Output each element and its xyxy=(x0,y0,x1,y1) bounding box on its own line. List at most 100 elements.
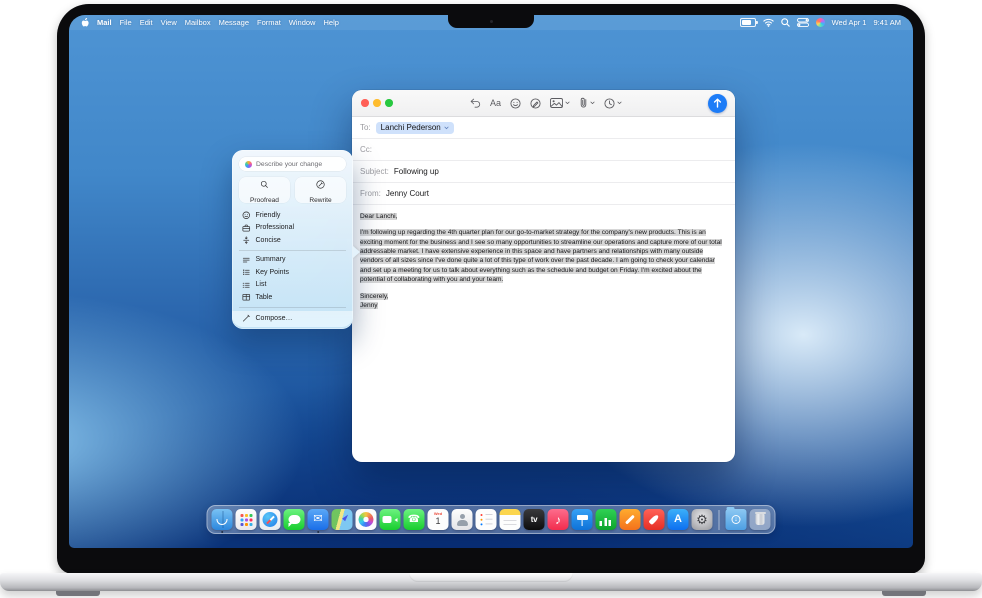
menu-message[interactable]: Message xyxy=(219,18,249,27)
subject-field[interactable]: Subject: Following up xyxy=(352,161,735,183)
dock-app-maps-icon[interactable] xyxy=(332,509,353,530)
zoom-window-button[interactable] xyxy=(385,99,393,107)
concise-icon xyxy=(242,236,251,245)
writing-tools-option-summary[interactable]: Summary xyxy=(239,254,346,267)
writing-tools-option-key-points[interactable]: Key Points xyxy=(239,266,346,279)
app-glyph: ↓ xyxy=(732,515,741,524)
cc-field[interactable]: Cc: xyxy=(352,139,735,161)
attach-icon[interactable] xyxy=(579,97,595,109)
dock-app-rocket-icon[interactable] xyxy=(644,509,665,530)
menu-mail[interactable]: Mail xyxy=(97,18,112,27)
email-body-editor[interactable]: Dear Lanchi, I'm following up regarding … xyxy=(352,205,735,462)
dock-app-tv-icon[interactable]: tv xyxy=(524,509,545,530)
markup-icon[interactable] xyxy=(530,98,541,109)
writing-tools-actions: ProofreadRewrite xyxy=(239,177,346,203)
menu-bar-date[interactable]: Wed Apr 1 xyxy=(832,18,867,27)
summary-icon xyxy=(242,256,251,265)
dock-app-contacts-icon[interactable] xyxy=(452,509,473,530)
running-indicator xyxy=(317,531,320,534)
describe-change-input[interactable]: Describe your change xyxy=(239,157,346,171)
app-glyph: 1 xyxy=(435,517,440,526)
popover-arrow xyxy=(353,246,360,258)
dock-app-mail-icon[interactable]: ✉ xyxy=(308,509,329,530)
dock-apps: ✉ ☎ 1 tv♪ A ⚙ ↓ xyxy=(212,509,771,530)
control-center-icon[interactable] xyxy=(797,18,809,27)
camera-dot xyxy=(490,20,493,23)
apple-intelligence-icon xyxy=(245,161,252,168)
minimize-window-button[interactable] xyxy=(373,99,381,107)
writing-tools-option-professional[interactable]: Professional xyxy=(239,222,346,235)
menu-edit[interactable]: Edit xyxy=(140,18,153,27)
send-later-icon[interactable] xyxy=(604,98,622,109)
table-icon xyxy=(242,293,251,302)
spotlight-icon[interactable] xyxy=(781,18,790,27)
app-glyph: ⚙ xyxy=(696,513,708,526)
writing-tools-option-concise[interactable]: Concise xyxy=(239,234,346,247)
writing-tools-option-compose[interactable]: Compose… xyxy=(232,311,353,327)
menu-bar-clock[interactable]: 9:41 AM xyxy=(873,18,901,27)
dock-app-appstore-icon[interactable]: A xyxy=(668,509,689,530)
emoji-icon[interactable] xyxy=(510,98,521,109)
menu-view[interactable]: View xyxy=(161,18,177,27)
dock-app-reminders-icon[interactable] xyxy=(476,509,497,530)
proofread-button[interactable]: Proofread xyxy=(239,177,290,203)
option-label: Summary xyxy=(256,256,286,263)
dock-app-pages-icon[interactable] xyxy=(620,509,641,530)
from-value: Jenny Court xyxy=(386,189,429,198)
dock-app-notes-icon[interactable] xyxy=(500,509,521,530)
siri-icon[interactable] xyxy=(816,18,825,27)
close-window-button[interactable] xyxy=(361,99,369,107)
app-glyph: ☎ xyxy=(408,515,420,525)
to-field[interactable]: To: Lanchi Pederson xyxy=(352,117,735,139)
writing-tools-option-table[interactable]: Table xyxy=(239,291,346,304)
menu-mailbox[interactable]: Mailbox xyxy=(185,18,211,27)
menu-format[interactable]: Format xyxy=(257,18,281,27)
menu-file[interactable]: File xyxy=(120,18,132,27)
divider xyxy=(239,250,346,251)
undo-icon[interactable] xyxy=(470,98,481,108)
magnifier-icon xyxy=(260,176,269,194)
apple-menu-icon[interactable] xyxy=(81,18,89,28)
email-signoff: Sincerely,Jenny xyxy=(360,292,727,311)
smiley-icon xyxy=(242,211,251,220)
keypoints-icon xyxy=(242,268,251,277)
format-icon[interactable]: Aa xyxy=(490,98,501,108)
rewrite-icon xyxy=(316,176,325,194)
dock-app-calendar-icon[interactable]: 1 xyxy=(428,509,449,530)
dock-app-finder-icon[interactable] xyxy=(212,509,233,530)
photos-icon[interactable] xyxy=(550,98,570,108)
running-indicator xyxy=(221,531,224,534)
dock-app-trash-icon[interactable] xyxy=(750,509,771,530)
window-controls xyxy=(361,99,393,107)
send-button[interactable] xyxy=(708,94,727,113)
dock-app-downloads-icon[interactable]: ↓ xyxy=(726,509,747,530)
dock-app-messages-icon[interactable] xyxy=(284,509,305,530)
macbook-laptop: Mail File Edit View Mailbox Message Format Wind… xyxy=(0,0,982,598)
dock-app-settings-icon[interactable]: ⚙ xyxy=(692,509,713,530)
dock-app-photos-icon[interactable] xyxy=(356,509,377,530)
window-titlebar[interactable]: Aa xyxy=(352,90,735,117)
writing-tools-option-list[interactable]: List xyxy=(239,279,346,292)
from-field[interactable]: From: Jenny Court xyxy=(352,183,735,205)
dock-app-facetime-icon[interactable] xyxy=(380,509,401,530)
wifi-icon[interactable] xyxy=(763,18,774,27)
dock-app-launchpad-icon[interactable] xyxy=(236,509,257,530)
dock-app-numbers-icon[interactable] xyxy=(596,509,617,530)
mail-compose-window: Aa To: Lanchi Pederson Cc: Subject: Foll… xyxy=(352,90,735,462)
battery-icon[interactable] xyxy=(740,18,756,27)
from-label: From: xyxy=(360,189,381,198)
writing-tools-option-friendly[interactable]: Friendly xyxy=(239,209,346,222)
describe-change-placeholder: Describe your change xyxy=(256,161,322,168)
app-glyph: A xyxy=(674,514,682,525)
rewrite-button[interactable]: Rewrite xyxy=(295,177,346,203)
dock-app-keynote-icon[interactable] xyxy=(572,509,593,530)
dock-app-phone-icon[interactable]: ☎ xyxy=(404,509,425,530)
format-label: Aa xyxy=(490,98,501,108)
dock-app-safari-icon[interactable] xyxy=(260,509,281,530)
chevron-down-icon xyxy=(617,101,622,105)
menu-window[interactable]: Window xyxy=(289,18,316,27)
recipient-token[interactable]: Lanchi Pederson xyxy=(376,122,454,134)
menu-help[interactable]: Help xyxy=(323,18,338,27)
option-label: Compose… xyxy=(256,315,293,322)
dock-app-music-icon[interactable]: ♪ xyxy=(548,509,569,530)
